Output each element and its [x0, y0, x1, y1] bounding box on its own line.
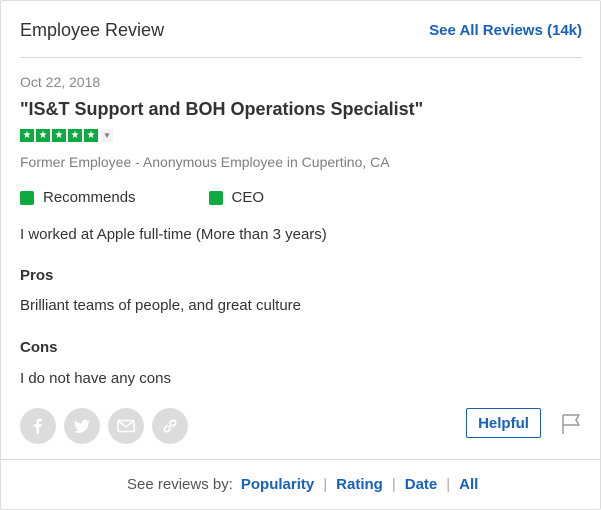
recommends-flag: Recommends [20, 189, 136, 206]
pros-text: Brilliant teams of people, and great cul… [20, 297, 301, 314]
reviewer-meta: Former Employee - Anonymous Employee in … [20, 154, 390, 170]
star-icon: ★ [20, 129, 34, 142]
twitter-share-button[interactable] [64, 408, 100, 444]
star-rating: ★ ★ ★ ★ ★ ▼ [20, 129, 113, 142]
separator: | [446, 476, 451, 493]
report-flag-button[interactable] [560, 412, 582, 441]
pros-heading: Pros [20, 267, 54, 284]
twitter-icon [74, 419, 90, 433]
ceo-flag: CEO [208, 189, 265, 206]
rating-dropdown-icon[interactable]: ▼ [101, 129, 113, 142]
star-icon: ★ [52, 129, 66, 142]
sort-all-link[interactable]: All [459, 476, 478, 493]
card-header: Employee Review See All Reviews (14k) [20, 1, 582, 58]
review-date: Oct 22, 2018 [20, 74, 101, 90]
cons-heading: Cons [20, 339, 58, 356]
cons-text: I do not have any cons [20, 370, 171, 387]
sort-label: See reviews by: [127, 476, 233, 493]
see-all-reviews-link[interactable]: See All Reviews (14k) [429, 22, 582, 39]
employment-info: I worked at Apple full-time (More than 3… [20, 226, 327, 243]
recommends-label: Recommends [43, 189, 136, 206]
star-icon: ★ [68, 129, 82, 142]
sort-date-link[interactable]: Date [405, 476, 438, 493]
sort-rating-link[interactable]: Rating [336, 476, 383, 493]
ceo-label: CEO [231, 189, 265, 206]
separator: | [323, 476, 328, 493]
helpful-button[interactable]: Helpful [466, 408, 541, 438]
card-title: Employee Review [20, 20, 165, 40]
star-icon: ★ [36, 129, 50, 142]
share-buttons [20, 408, 196, 444]
review-flags: Recommends CEO [20, 189, 264, 206]
green-check-box-icon [208, 190, 223, 205]
sort-links: See reviews by: Popularity | Rating | Da… [127, 476, 478, 493]
facebook-share-button[interactable] [20, 408, 56, 444]
review-card: Employee Review See All Reviews (14k) Oc… [0, 0, 601, 510]
star-icon: ★ [84, 129, 98, 142]
sort-popularity-link[interactable]: Popularity [241, 476, 314, 493]
green-check-box-icon [20, 190, 34, 205]
flag-icon [562, 414, 580, 434]
separator: | [391, 476, 396, 493]
email-icon [117, 419, 135, 433]
email-share-button[interactable] [108, 408, 144, 444]
copy-link-button[interactable] [152, 408, 188, 444]
review-title: "IS&T Support and BOH Operations Special… [20, 99, 424, 119]
link-icon [163, 419, 177, 433]
facebook-icon [34, 418, 42, 434]
card-footer: See reviews by: Popularity | Rating | Da… [1, 459, 600, 510]
